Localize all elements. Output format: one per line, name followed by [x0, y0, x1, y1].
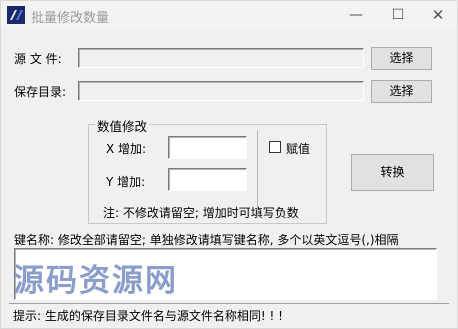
source-file-label: 源 文 件: — [14, 52, 62, 66]
convert-button[interactable]: 转换 — [351, 154, 434, 191]
x-increase-label: X 增加: — [106, 142, 147, 156]
assign-label: 赋值 — [286, 142, 311, 156]
group-divider — [257, 130, 258, 218]
save-dir-field[interactable] — [78, 81, 364, 101]
x-increase-input[interactable] — [168, 136, 247, 159]
save-dir-label: 保存目录: — [14, 85, 67, 99]
source-file-select-button[interactable]: 选择 — [371, 47, 432, 70]
maximize-icon[interactable]: ☐ — [379, 1, 417, 29]
value-note: 注: 不修改请留空; 增加时可填写负数 — [103, 206, 299, 220]
minimize-icon[interactable]: — — [337, 1, 375, 29]
key-name-label: 键名称: 修改全部请留空; 单独修改请填写键名称, 多个以英文逗号(,)相隔 — [14, 233, 399, 247]
y-increase-label: Y 增加: — [106, 175, 146, 189]
main-window: 批量修改数量 — ☐ ✕ 源 文 件: 选择 保存目录: 选择 数值修改 X 增… — [0, 0, 458, 329]
source-file-field[interactable] — [78, 48, 364, 68]
close-icon[interactable]: ✕ — [419, 1, 457, 29]
value-group-title: 数值修改 — [95, 116, 150, 135]
tip-text: 提示: 生成的保存目录文件名与源文件名称相同! ! ! — [13, 309, 283, 323]
y-increase-input[interactable] — [168, 168, 247, 191]
tip-bar: 提示: 生成的保存目录文件名与源文件名称相同! ! ! — [9, 303, 449, 323]
save-dir-select-button[interactable]: 选择 — [371, 80, 432, 103]
window-title: 批量修改数量 — [31, 11, 110, 26]
assign-checkbox[interactable] — [269, 141, 281, 153]
app-icon — [7, 6, 25, 24]
watermark: 源码资源网 — [13, 263, 178, 299]
title-bar: 批量修改数量 — ☐ ✕ — [1, 1, 457, 29]
